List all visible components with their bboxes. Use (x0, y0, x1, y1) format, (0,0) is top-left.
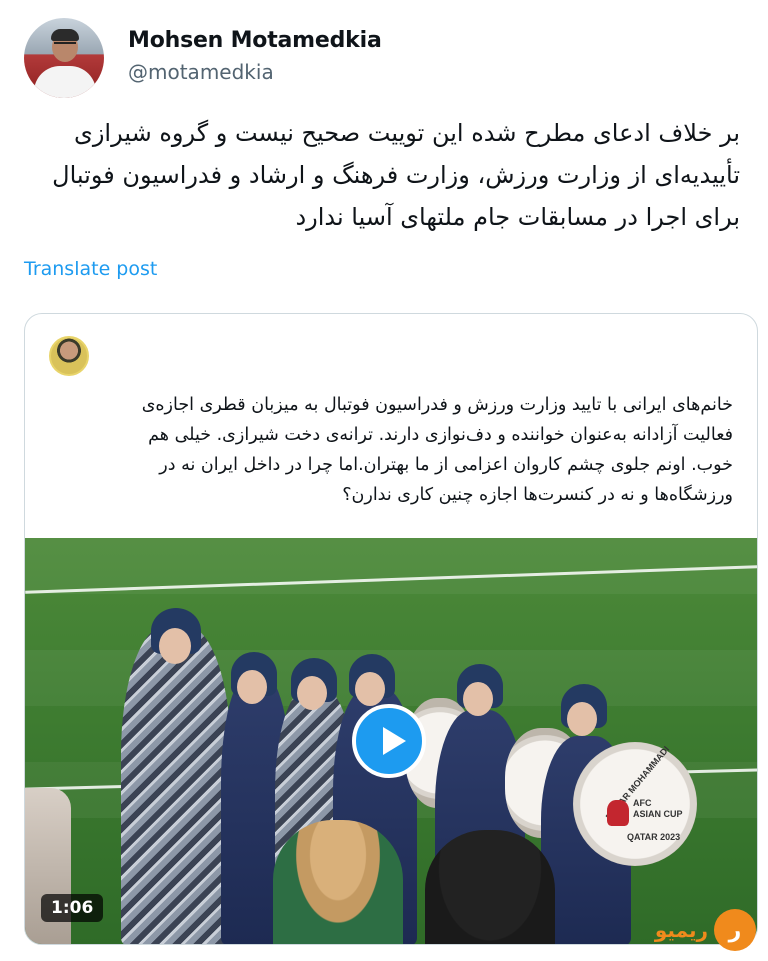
daf-drum-asian-cup: BAHAR MOHAMMADI AFC ASIAN CUP QATAR 2023 (573, 742, 697, 866)
avatar-hair (51, 29, 79, 41)
spectator (273, 820, 403, 944)
author-handle[interactable]: @motamedkia (128, 60, 274, 84)
tweet-line: بر خلاف ادعای مطرح شده این توییت صحیح نی… (74, 119, 740, 147)
tweet-body: بر خلاف ادعای مطرح شده این توییت صحیح نی… (20, 112, 740, 238)
video-duration: 1:06 (41, 894, 104, 922)
drum-logo-line: AFC (633, 798, 652, 808)
avatar-glasses (54, 42, 76, 47)
quoted-line: خوب. اونم جلوی چشم کاروان اعزامی از ما ب… (159, 455, 733, 475)
asian-cup-logo-icon (607, 800, 629, 826)
play-button[interactable] (352, 704, 426, 778)
quoted-post-card[interactable]: خانم‌های ایرانی با تایید وزارت ورزش و فد… (24, 313, 758, 945)
pitch-stripe (25, 538, 757, 594)
quoted-post-body: خانم‌های ایرانی با تایید وزارت ورزش و فد… (43, 390, 733, 510)
spectator (425, 830, 555, 944)
tweet-line: برای اجرا در مسابقات جام ملتهای آسیا ندا… (295, 203, 740, 231)
author-avatar[interactable] (24, 18, 104, 98)
author-name[interactable]: Mohsen Motamedkia (128, 28, 382, 53)
quoted-line: فعالیت آزادانه به‌عنوان خواننده و دف‌نوا… (148, 425, 733, 445)
watermark: ریمیو ر (655, 909, 756, 951)
video-player[interactable]: BAHAR MOHAMMADI AFC ASIAN CUP QATAR 2023… (25, 538, 757, 944)
quoted-line: خانم‌های ایرانی با تایید وزارت ورزش و فد… (141, 395, 733, 415)
watermark-text: ریمیو (654, 918, 708, 942)
tweet-line: تأییدیه‌ای از وزارت ورزش، وزارت فرهنگ و … (52, 161, 740, 189)
avatar-shirt (34, 66, 96, 98)
quoted-line: ورزشگاه‌ها و نه در کنسرت‌ها اجازه چنین ک… (342, 485, 733, 505)
translate-post-link[interactable]: Translate post (24, 258, 157, 280)
drum-logo-line: QATAR 2023 (627, 832, 681, 842)
watermark-logo-icon: ر (714, 909, 756, 951)
quoted-author-avatar[interactable] (49, 336, 89, 376)
performer (121, 608, 231, 944)
drum-logo-line: ASIAN CUP (633, 809, 683, 819)
